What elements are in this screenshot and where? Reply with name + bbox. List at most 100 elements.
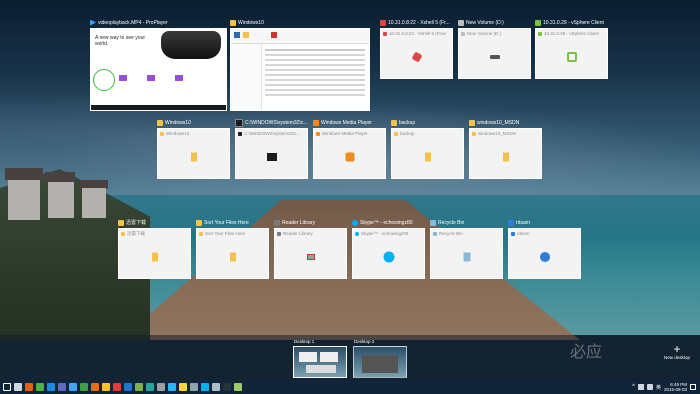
explorer-icon[interactable] [179,383,187,391]
photos-icon[interactable] [69,383,77,391]
window-windows10-explorer[interactable]: Windows10 [230,18,370,111]
window-title: 10.31.0.29 - vSphere Client [543,19,604,26]
folder-icon [472,131,476,136]
window-header: Windows10 [157,118,230,127]
green-app-icon[interactable] [80,383,88,391]
plus-icon: + [673,342,681,356]
window-xshell[interactable]: 10.31.0.8:22 - Xshell 5 (Fr... 10.31.0.8… [380,18,453,79]
preview-label: backup [400,131,415,136]
window-header: Sort Your Files Here [196,218,269,227]
window-header: Recycle Bin [430,218,503,227]
vsphere-app-icon[interactable] [135,383,143,391]
window-proplayer[interactable]: videoplayback.MP4 - ProPlayer A new way … [90,18,227,111]
video-headline: A new way to see your world. [95,35,146,47]
volume-icon[interactable] [646,384,653,390]
new-desktop-button[interactable]: + New desktop [662,343,692,360]
xshell-app-icon[interactable] [113,383,121,391]
network-icon[interactable] [58,383,66,391]
store-icon[interactable] [146,383,154,391]
chevron-up-icon[interactable]: ^ [632,384,635,390]
window-reader-library[interactable]: Reader Library Reader Library [274,218,347,279]
recycle-bin-icon [430,219,436,226]
headset-image [161,31,221,59]
window-cmd[interactable]: C:\WINDOWS\system32\c... C:\WINDOWS\syst… [235,118,308,179]
console-icon[interactable] [223,383,231,391]
desktop-2-thumbnail[interactable] [353,346,407,378]
folder-icon [469,119,475,126]
preview-label: C:\WINDOWS\system32\c... [244,131,301,136]
window-sort-your-files[interactable]: Sort Your Files Here Sort Your Files Her… [196,218,269,279]
window-preview: Windows10 [157,128,230,179]
window-skype[interactable]: Skype™ - echowingz80 Skype™ - echowingz8… [352,218,425,279]
outlook-icon[interactable] [47,383,55,391]
notification-icon[interactable] [690,384,696,390]
remote-desktop-icon [511,231,515,236]
window-title: Reader Library [282,219,316,226]
window-new-volume[interactable]: New Volume (D:) New Volume (D:) [458,18,531,79]
skype-app-icon[interactable] [201,383,209,391]
chat-icon[interactable] [168,383,176,391]
alien-icon[interactable] [157,383,165,391]
window-header: C:\WINDOWS\system32\c... [235,118,308,127]
window-windows10[interactable]: Windows10 Windows10 [157,118,230,179]
library-icon[interactable] [234,383,242,391]
clock[interactable]: 6:49 PM 2015-08-03 [664,382,687,392]
window-header: videoplayback.MP4 - ProPlayer [90,18,227,27]
window-backup[interactable]: backup backup [391,118,464,179]
window-preview: Recycle Bin [430,228,503,279]
folder-icon [230,19,236,26]
blue-app-icon[interactable] [124,383,132,391]
clock-date: 2015-08-03 [663,387,687,392]
desktop-1-thumbnail[interactable] [293,346,347,378]
preview-label: New Volume (D:) [467,31,502,36]
drive-icon [458,19,464,26]
window-recycle-bin[interactable]: Recycle Bin Recycle Bin [430,218,503,279]
purple-icon [147,75,155,81]
task-view-icon[interactable] [14,383,22,391]
media-player-icon [313,119,319,126]
preview-label: Sort Your Files Here [205,231,246,236]
start-icon[interactable] [3,383,11,391]
preview-label: Reader Library [283,231,313,236]
settings-icon[interactable] [190,383,198,391]
window-header: Skype™ - echowingz80 [352,218,425,227]
window-rdsam[interactable]: rdsam rdsam [508,218,581,279]
ribbon-button [271,32,277,38]
window-preview: C:\WINDOWS\system32\c... [235,128,308,179]
preview-label: Windows10 [166,131,190,136]
window-title: 10.31.0.8:22 - Xshell 5 (Fr... [388,19,450,26]
folder-icon [502,152,509,162]
window-title: Windows10 [165,119,191,126]
window-header: 10.31.0.8:22 - Xshell 5 (Fr... [380,18,453,27]
window-windows10-msdn[interactable]: windows10_MSDN windows10_MSDN [469,118,542,179]
new-desktop-label: New desktop [663,355,690,360]
recycle-app-icon[interactable] [212,383,220,391]
folder-icon [157,119,163,126]
folder-icon [118,219,124,226]
folder-app-icon[interactable] [102,383,110,391]
drive-icon [461,31,465,36]
reader-icon [274,219,280,226]
xshell-icon [383,31,387,36]
window-header: New Volume (D:) [458,18,531,27]
xshell-icon [411,51,422,63]
folder-icon [151,252,158,262]
chrome-icon[interactable] [36,383,44,391]
window-title: Windows Media Player [321,119,372,126]
folder-icon [190,152,197,162]
window-title: Windows10 [238,19,264,26]
media-player-icon [316,131,320,136]
ribbon-button [243,32,249,38]
language-indicator[interactable]: 英 [656,384,661,391]
network-icon[interactable] [637,384,644,390]
firefox-icon[interactable] [25,383,33,391]
mini-window [362,355,398,373]
media-icon[interactable] [91,383,99,391]
window-xunlei[interactable]: 迅雷下载 迅雷下载 [118,218,191,279]
window-preview: Sort Your Files Here [196,228,269,279]
window-header: windows10_MSDN [469,118,542,127]
window-media-player[interactable]: Windows Media Player Windows Media Playe… [313,118,386,179]
drive-icon [489,55,500,60]
file-list [265,49,365,51]
window-vsphere[interactable]: 10.31.0.29 - vSphere Client 10.31.0.29 -… [535,18,608,79]
